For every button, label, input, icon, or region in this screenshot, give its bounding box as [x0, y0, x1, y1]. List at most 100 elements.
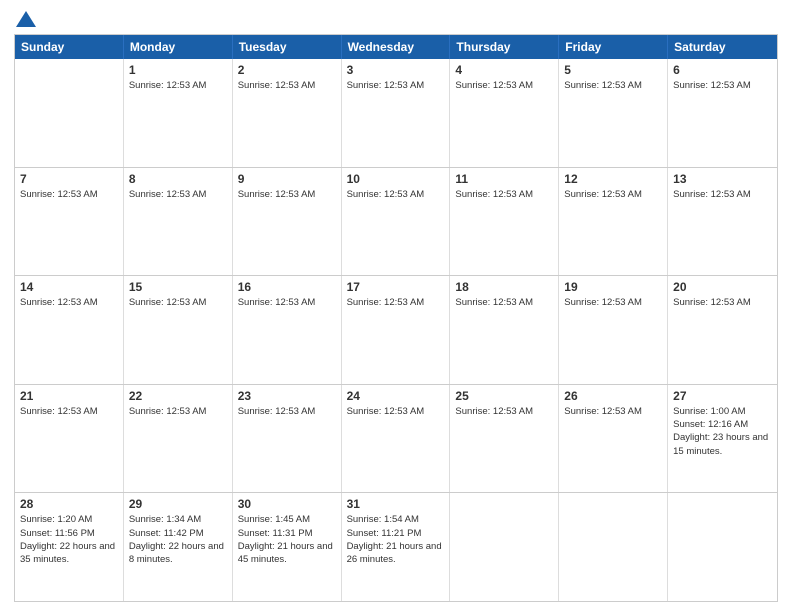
day-info: Sunrise: 12:53 AM: [347, 296, 445, 309]
day-number: 11: [455, 172, 553, 186]
day-info: Sunrise: 12:53 AM: [673, 188, 772, 201]
calendar-cell: 20 Sunrise: 12:53 AM: [668, 276, 777, 384]
day-number: 20: [673, 280, 772, 294]
calendar-cell: 14 Sunrise: 12:53 AM: [15, 276, 124, 384]
calendar-header: SundayMondayTuesdayWednesdayThursdayFrid…: [15, 35, 777, 59]
day-info: Sunrise: 1:20 AM Sunset: 11:56 PM Daylig…: [20, 513, 118, 566]
day-number: 6: [673, 63, 772, 77]
day-number: 9: [238, 172, 336, 186]
calendar-cell: 17 Sunrise: 12:53 AM: [342, 276, 451, 384]
calendar-cell: 3 Sunrise: 12:53 AM: [342, 59, 451, 167]
calendar-cell: [559, 493, 668, 601]
day-info: Sunrise: 1:00 AM Sunset: 12:16 AM Daylig…: [673, 405, 772, 458]
calendar-cell: [668, 493, 777, 601]
logo-triangle-icon: [16, 11, 36, 27]
calendar-week: 21 Sunrise: 12:53 AM 22 Sunrise: 12:53 AM 23…: [15, 385, 777, 494]
day-info: Sunrise: 12:53 AM: [129, 296, 227, 309]
day-number: 14: [20, 280, 118, 294]
day-info: Sunrise: 12:53 AM: [564, 79, 662, 92]
logo-content: [14, 10, 36, 28]
calendar-cell: 27 Sunrise: 1:00 AM Sunset: 12:16 AM Dayl…: [668, 385, 777, 493]
calendar-cell: 24Sunrise: 12:53 AM: [342, 385, 451, 493]
calendar-cell: 4 Sunrise: 12:53 AM: [450, 59, 559, 167]
calendar-header-cell: Thursday: [450, 35, 559, 59]
calendar-cell: 1 Sunrise: 12:53 AM: [124, 59, 233, 167]
day-info: Sunrise: 12:53 AM: [20, 405, 118, 418]
calendar-cell: [450, 493, 559, 601]
calendar-week: 14Sunrise: 12:53 AM15Sunrise: 12:53 AM16…: [15, 276, 777, 385]
calendar-week: 1 Sunrise: 12:53 AM 2 Sunrise: 12:53 AM 3 Sun…: [15, 59, 777, 168]
calendar-cell: 30 Sunrise: 1:45 AM Sunset: 11:31 PM Dayl…: [233, 493, 342, 601]
day-info: Sunrise: 12:53 AM: [129, 405, 227, 418]
day-info: Sunrise: 12:53 AM: [20, 188, 118, 201]
day-info: Sunrise: 12:53 AM: [238, 188, 336, 201]
calendar-header-cell: Tuesday: [233, 35, 342, 59]
calendar-cell: 9 Sunrise: 12:53 AM: [233, 168, 342, 276]
day-number: 28: [20, 497, 118, 511]
day-info: Sunrise: 12:53 AM: [455, 405, 553, 418]
day-number: 13: [673, 172, 772, 186]
calendar-cell: 22 Sunrise: 12:53 AM: [124, 385, 233, 493]
calendar-cell: 10 Sunrise: 12:53 AM: [342, 168, 451, 276]
calendar-cell: 29 Sunrise: 1:34 AM Sunset: 11:42 PM Dayl…: [124, 493, 233, 601]
calendar-body: 1 Sunrise: 12:53 AM 2 Sunrise: 12:53 AM 3 Sun…: [15, 59, 777, 601]
calendar-week: 7Sunrise: 12:53 AM8Sunrise: 12:53 AM9Sun…: [15, 168, 777, 277]
calendar-week: 28 Sunrise: 1:20 AM Sunset: 11:56 PM Dayl…: [15, 493, 777, 601]
day-number: 19: [564, 280, 662, 294]
day-number: 23: [238, 389, 336, 403]
logo: [14, 10, 36, 28]
calendar-cell: 12Sunrise: 12:53 AM: [559, 168, 668, 276]
day-number: 1: [129, 63, 227, 77]
calendar-cell: 11Sunrise: 12:53 AM: [450, 168, 559, 276]
calendar-cell: 28 Sunrise: 1:20 AM Sunset: 11:56 PM Dayl…: [15, 493, 124, 601]
day-info: Sunrise: 12:53 AM: [238, 296, 336, 309]
calendar-header-cell: Sunday: [15, 35, 124, 59]
day-info: Sunrise: 1:34 AM Sunset: 11:42 PM Daylig…: [129, 513, 227, 566]
calendar-cell: 23Sunrise: 12:53 AM: [233, 385, 342, 493]
day-number: 12: [564, 172, 662, 186]
day-info: Sunrise: 12:53 AM: [129, 79, 227, 92]
day-number: 2: [238, 63, 336, 77]
day-number: 17: [347, 280, 445, 294]
day-number: 27: [673, 389, 772, 403]
calendar-cell: 25 Sunrise: 12:53 AM: [450, 385, 559, 493]
calendar-cell: [15, 59, 124, 167]
day-number: 31: [347, 497, 445, 511]
calendar-cell: 16 Sunrise: 12:53 AM: [233, 276, 342, 384]
day-number: 26: [564, 389, 662, 403]
day-number: 10: [347, 172, 445, 186]
calendar-cell: 19 Sunrise: 12:53 AM: [559, 276, 668, 384]
day-number: 15: [129, 280, 227, 294]
calendar-cell: 8 Sunrise: 12:53 AM: [124, 168, 233, 276]
day-number: 4: [455, 63, 553, 77]
header: [14, 10, 778, 28]
day-info: Sunrise: 12:53 AM: [455, 296, 553, 309]
day-number: 21: [20, 389, 118, 403]
day-info: Sunrise: 12:53 AM: [564, 296, 662, 309]
day-info: Sunrise: 1:45 AM Sunset: 11:31 PM Daylig…: [238, 513, 336, 566]
day-number: 16: [238, 280, 336, 294]
day-number: 22: [129, 389, 227, 403]
calendar-cell: 18 Sunrise: 12:53 AM: [450, 276, 559, 384]
day-number: 5: [564, 63, 662, 77]
calendar-header-cell: Friday: [559, 35, 668, 59]
day-number: 8: [129, 172, 227, 186]
day-number: 3: [347, 63, 445, 77]
day-number: 25: [455, 389, 553, 403]
day-info: Sunrise: 1:54 AM Sunset: 11:21 PM Daylig…: [347, 513, 445, 566]
day-info: Sunrise: 12:53 AM: [20, 296, 118, 309]
calendar-cell: 31 Sunrise: 1:54 AM Sunset: 11:21 PM Dayl…: [342, 493, 451, 601]
day-info: Sunrise: 12:53 AM: [347, 79, 445, 92]
day-info: Sunrise: 12:53 AM: [673, 296, 772, 309]
day-info: Sunrise: 12:53 AM: [455, 79, 553, 92]
day-info: Sunrise: 12:53 AM: [129, 188, 227, 201]
calendar-header-cell: Wednesday: [342, 35, 451, 59]
calendar-cell: 26Sunrise: 12:53 AM: [559, 385, 668, 493]
day-number: 29: [129, 497, 227, 511]
day-info: Sunrise: 12:53 AM: [238, 79, 336, 92]
day-info: Sunrise: 12:53 AM: [347, 188, 445, 201]
calendar-cell: 15 Sunrise: 12:53 AM: [124, 276, 233, 384]
logo-text: [14, 10, 36, 28]
day-number: 30: [238, 497, 336, 511]
day-number: 18: [455, 280, 553, 294]
